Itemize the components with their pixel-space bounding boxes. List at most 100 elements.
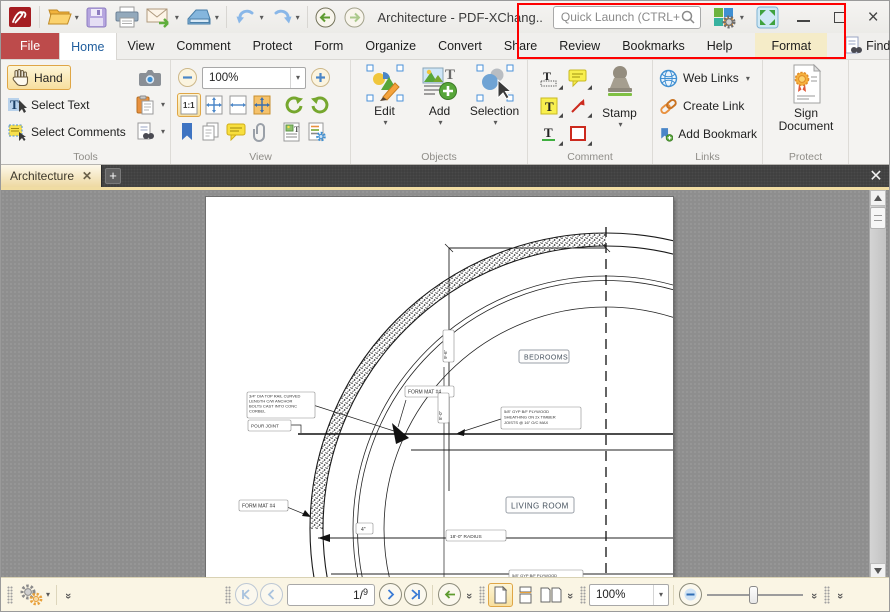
- tab-convert[interactable]: Convert: [427, 33, 493, 59]
- options-button[interactable]: ▾: [18, 583, 50, 607]
- sticky-note-tool-button[interactable]: ◢: [563, 64, 592, 92]
- hand-tool-button[interactable]: Hand: [7, 65, 71, 90]
- close-tab-icon[interactable]: ✕: [82, 169, 92, 183]
- toolbar-grip[interactable]: [580, 585, 587, 604]
- tab-view[interactable]: View: [117, 33, 166, 59]
- layout-options-button[interactable]: »: [564, 588, 576, 602]
- web-links-button[interactable]: Web Links ▾: [659, 64, 757, 92]
- back-button[interactable]: [311, 4, 340, 31]
- arrow-tool-button[interactable]: ◢: [563, 92, 592, 120]
- thumbnails-pane-button[interactable]: [200, 121, 222, 142]
- tab-format[interactable]: Format: [755, 33, 828, 59]
- page-number-input[interactable]: 1/9: [287, 583, 376, 606]
- forward-button[interactable]: [340, 4, 369, 31]
- select-comments-button[interactable]: Select Comments: [7, 118, 129, 145]
- tab-comment[interactable]: Comment: [165, 33, 241, 59]
- fit-width-button[interactable]: [227, 94, 249, 116]
- rotate-cw-button[interactable]: [308, 93, 332, 117]
- zoom-slider[interactable]: [707, 585, 804, 605]
- tab-protect[interactable]: Protect: [242, 33, 304, 59]
- view-history-button[interactable]: »: [463, 588, 475, 602]
- zoom-slider-thumb[interactable]: [749, 585, 759, 604]
- selection-button[interactable]: Selection ▾: [467, 64, 522, 150]
- previous-view-button[interactable]: [438, 583, 462, 606]
- next-page-button[interactable]: [379, 583, 403, 606]
- save-button[interactable]: [82, 4, 111, 31]
- redo-button[interactable]: ▾: [267, 4, 303, 31]
- zoom-options-button[interactable]: »: [808, 588, 820, 602]
- properties-pane-button[interactable]: T: [281, 121, 303, 143]
- pane-options-button[interactable]: [306, 121, 328, 143]
- document-viewport[interactable]: BEDROOMS LIVING ROOM FORM MAT #4 3/4" DI…: [1, 190, 889, 579]
- find-button[interactable]: Find...: [843, 33, 890, 59]
- stamp-button[interactable]: Stamp ▾: [592, 64, 647, 150]
- zoom-out-button-status[interactable]: [679, 583, 703, 606]
- ui-options-button[interactable]: ▾: [709, 4, 747, 31]
- scan-button[interactable]: ▾: [182, 4, 222, 31]
- rectangle-tool-button[interactable]: ◢: [563, 120, 592, 148]
- scrollbar-thumb[interactable]: [870, 207, 886, 229]
- two-page-layout-button[interactable]: [538, 583, 563, 607]
- open-file-button[interactable]: ▾: [44, 4, 82, 31]
- tab-review[interactable]: Review: [548, 33, 611, 59]
- scroll-up-button[interactable]: [870, 190, 886, 206]
- attachments-pane-button[interactable]: [250, 121, 270, 143]
- fit-page-button[interactable]: [203, 94, 225, 116]
- fullscreen-button[interactable]: [753, 4, 782, 31]
- previous-page-button[interactable]: [260, 583, 284, 606]
- quick-launch-input[interactable]: [560, 10, 680, 24]
- edit-objects-icon: [366, 64, 403, 102]
- create-link-button[interactable]: Create Link: [659, 92, 757, 120]
- actual-size-button[interactable]: 1:1: [177, 92, 201, 117]
- status-zoom-combo[interactable]: 100% ▾: [589, 583, 670, 606]
- fit-visible-button[interactable]: [251, 94, 273, 116]
- typewriter-tool-button[interactable]: T ◢: [534, 64, 563, 92]
- highlight-text-tool-button[interactable]: T ◢: [534, 92, 563, 120]
- paste-button[interactable]: ▾: [135, 91, 165, 118]
- add-bookmark-button[interactable]: Add Bookmark: [659, 120, 757, 148]
- document-tab-architecture[interactable]: Architecture ✕: [1, 165, 103, 187]
- vertical-scrollbar[interactable]: [869, 190, 886, 579]
- toolbar-grip[interactable]: [479, 585, 486, 604]
- toolbar-grip[interactable]: [7, 585, 13, 604]
- underline-text-tool-button[interactable]: T ◢: [534, 120, 563, 148]
- tab-file[interactable]: File: [1, 33, 60, 59]
- sign-document-button[interactable]: Sign Document: [770, 64, 842, 150]
- new-tab-button[interactable]: +: [102, 165, 124, 187]
- edit-objects-button[interactable]: Edit ▾: [357, 64, 412, 150]
- last-page-button[interactable]: [404, 583, 428, 606]
- first-page-button[interactable]: [235, 583, 259, 606]
- tab-bookmarks[interactable]: Bookmarks: [611, 33, 696, 59]
- close-button[interactable]: ×: [861, 4, 885, 31]
- ribbon-zoom-combo[interactable]: 100% ▾: [202, 66, 306, 89]
- email-button[interactable]: ▾: [143, 4, 182, 31]
- properties-icon: T: [283, 122, 300, 141]
- single-page-layout-button[interactable]: [488, 582, 514, 607]
- select-text-button[interactable]: T Select Text: [7, 91, 129, 118]
- minimize-button[interactable]: [792, 4, 816, 31]
- rotate-ccw-button[interactable]: [282, 93, 306, 117]
- tab-form[interactable]: Form: [303, 33, 354, 59]
- undo-button[interactable]: ▾: [231, 4, 267, 31]
- pdf-page[interactable]: BEDROOMS LIVING ROOM FORM MAT #4 3/4" DI…: [206, 197, 673, 579]
- close-document-button[interactable]: ✕: [863, 165, 889, 187]
- tab-organize[interactable]: Organize: [354, 33, 427, 59]
- bookmarks-pane-button[interactable]: [177, 121, 197, 142]
- comments-pane-button[interactable]: [225, 121, 247, 142]
- tab-home[interactable]: Home: [59, 33, 117, 60]
- expand-toolbar-button[interactable]: »: [62, 588, 74, 602]
- quick-launch-box[interactable]: [552, 5, 701, 29]
- zoom-out-button[interactable]: [177, 67, 198, 88]
- snapshot-button[interactable]: [135, 64, 165, 91]
- maximize-button[interactable]: [828, 4, 852, 31]
- toolbar-grip[interactable]: [225, 585, 232, 604]
- find-tool-button[interactable]: ▾: [135, 118, 165, 145]
- add-objects-button[interactable]: T Add ▾: [412, 64, 467, 150]
- tab-help[interactable]: Help: [696, 33, 744, 59]
- zoom-in-button[interactable]: [310, 67, 331, 88]
- toolbar-grip[interactable]: [824, 585, 831, 604]
- tab-share[interactable]: Share: [493, 33, 548, 59]
- print-button[interactable]: [111, 4, 143, 31]
- more-tools-button[interactable]: »: [834, 588, 846, 602]
- continuous-layout-button[interactable]: [513, 583, 538, 607]
